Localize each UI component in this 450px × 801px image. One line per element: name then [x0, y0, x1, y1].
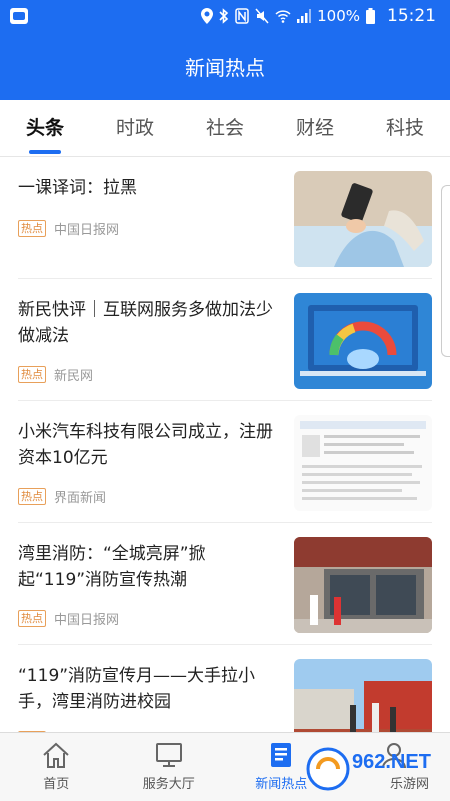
- news-item[interactable]: 一课译词：拉黑 热点 中国日报网: [18, 157, 432, 279]
- tab-finance[interactable]: 财经: [270, 100, 360, 156]
- news-list: 一课译词：拉黑 热点 中国日报网 新民快评｜互联网服务多做加法少做减法 热点 新…: [0, 157, 450, 732]
- hot-badge: 热点: [18, 610, 46, 627]
- battery-icon: [366, 8, 375, 24]
- side-panel-handle[interactable]: [441, 185, 450, 357]
- page-header: 新闻热点: [0, 32, 450, 100]
- tab-politics[interactable]: 时政: [90, 100, 180, 156]
- nav-label: 新闻热点: [255, 773, 307, 792]
- page-title: 新闻热点: [185, 52, 265, 81]
- school-yard-photo: [294, 659, 432, 732]
- nav-service-hall[interactable]: 服务大厅: [113, 733, 226, 801]
- mute-icon: [255, 8, 269, 24]
- news-thumbnail: [294, 659, 432, 732]
- category-tabs: 头条 时政 社会 财经 科技: [0, 100, 450, 157]
- hot-badge: 热点: [18, 220, 46, 237]
- nfc-icon: [235, 8, 249, 24]
- news-meta: 热点 界面新闻: [18, 487, 106, 506]
- watermark-text: 962.NET: [352, 751, 431, 773]
- monitor-icon: [154, 741, 184, 769]
- news-title: 湾里消防：“全城亮屏”掀起“119”消防宣传热潮: [18, 541, 273, 593]
- news-item[interactable]: 新民快评｜互联网服务多做加法少做减法 热点 新民网: [18, 279, 432, 401]
- news-title: 一课译词：拉黑: [18, 175, 273, 201]
- watermark-logo: 962.NET 乐游网: [306, 744, 444, 794]
- tab-society[interactable]: 社会: [180, 100, 270, 156]
- company-registration-photo: [294, 415, 432, 511]
- phone-reading-photo: [294, 171, 432, 267]
- news-icon: [266, 741, 296, 769]
- bluetooth-icon: [219, 8, 229, 24]
- home-icon: [41, 741, 71, 769]
- news-title: “119”消防宣传月——大手拉小手，湾里消防进校园: [18, 663, 273, 715]
- nav-home[interactable]: 首页: [0, 733, 113, 801]
- news-meta: 热点 新民网: [18, 365, 93, 384]
- news-title: 小米汽车科技有限公司成立，注册资本10亿元: [18, 419, 273, 471]
- news-title: 新民快评｜互联网服务多做加法少做减法: [18, 297, 273, 349]
- wifi-icon: [275, 9, 291, 23]
- hot-badge: 热点: [18, 488, 46, 505]
- status-icons: 100% 15:21: [201, 6, 436, 26]
- news-source: 中国日报网: [54, 219, 119, 238]
- news-item[interactable]: 湾里消防：“全城亮屏”掀起“119”消防宣传热潮 热点 中国日报网: [18, 523, 432, 645]
- app-notification-icon: [10, 8, 28, 24]
- battery-percent: 100%: [317, 7, 360, 25]
- news-source: 界面新闻: [54, 487, 106, 506]
- news-item[interactable]: “119”消防宣传月——大手拉小手，湾里消防进校园 热点: [18, 645, 432, 732]
- visitor-center-photo: [294, 537, 432, 633]
- hot-badge: 热点: [18, 366, 46, 383]
- clock: 15:21: [387, 6, 436, 26]
- news-item[interactable]: 小米汽车科技有限公司成立，注册资本10亿元 热点 界面新闻: [18, 401, 432, 523]
- tab-technology[interactable]: 科技: [360, 100, 450, 156]
- laptop-gauge-photo: [294, 293, 432, 389]
- news-thumbnail: [294, 537, 432, 633]
- location-icon: [201, 8, 213, 24]
- status-bar: 100% 15:21: [0, 0, 450, 32]
- tab-headlines[interactable]: 头条: [0, 100, 90, 156]
- news-source: 新民网: [54, 365, 93, 384]
- news-meta: 热点 中国日报网: [18, 219, 119, 238]
- news-meta: 热点 中国日报网: [18, 609, 119, 628]
- news-thumbnail: [294, 293, 432, 389]
- site-watermark: 962.NET 乐游网: [306, 744, 444, 794]
- news-thumbnail: [294, 415, 432, 511]
- watermark-subtext: 乐游网: [390, 777, 429, 792]
- signal-icon: [297, 9, 311, 23]
- nav-label: 服务大厅: [143, 773, 195, 792]
- news-thumbnail: [294, 171, 432, 267]
- nav-label: 首页: [43, 773, 69, 792]
- news-source: 中国日报网: [54, 609, 119, 628]
